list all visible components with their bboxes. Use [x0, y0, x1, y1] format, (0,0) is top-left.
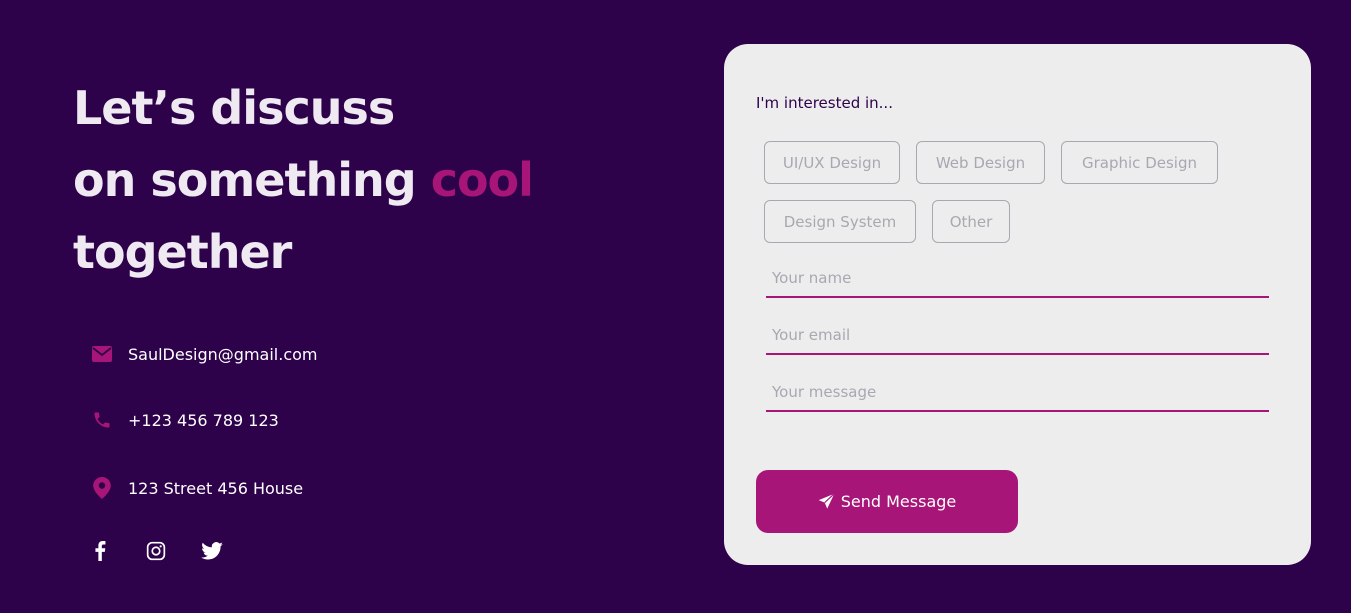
- send-message-label: Send Message: [840, 492, 957, 511]
- email-field[interactable]: [766, 317, 1269, 355]
- send-message-button[interactable]: Send Message: [756, 470, 1018, 533]
- location-pin-icon: [92, 477, 112, 499]
- chip-design-system[interactable]: Design System: [764, 200, 916, 243]
- contact-email-row: SaulDesign@gmail.com: [92, 344, 317, 364]
- twitter-icon[interactable]: [201, 540, 223, 562]
- chip-other[interactable]: Other: [932, 200, 1010, 243]
- chip-ui-ux-design[interactable]: UI/UX Design: [764, 141, 900, 184]
- mail-icon: [92, 344, 112, 364]
- headline-line-2-prefix: on something: [73, 153, 431, 207]
- contact-address: 123 Street 456 House: [128, 478, 304, 498]
- social-links: [89, 540, 223, 562]
- contact-form-card: I'm interested in... UI/UX Design Web De…: [724, 44, 1311, 565]
- message-field[interactable]: [766, 374, 1269, 412]
- contact-email: SaulDesign@gmail.com: [128, 344, 318, 364]
- contact-phone-row: +123 456 789 123: [92, 410, 279, 430]
- contact-phone: +123 456 789 123: [128, 410, 279, 430]
- headline-line-1: Let’s discuss: [73, 81, 395, 135]
- instagram-icon[interactable]: [145, 540, 167, 562]
- headline-line-3: together: [73, 225, 292, 279]
- headline: Let’s discuss on something cool together: [73, 72, 534, 288]
- headline-accent: cool: [430, 153, 534, 207]
- interest-label: I'm interested in...: [756, 94, 893, 112]
- contact-section: Let’s discuss on something cool together…: [0, 0, 1351, 613]
- send-icon: [818, 493, 835, 510]
- facebook-icon[interactable]: [89, 540, 111, 562]
- phone-icon: [92, 410, 112, 430]
- chip-web-design[interactable]: Web Design: [916, 141, 1045, 184]
- chip-graphic-design[interactable]: Graphic Design: [1061, 141, 1218, 184]
- name-field[interactable]: [766, 260, 1269, 298]
- contact-address-row: 123 Street 456 House: [92, 477, 304, 499]
